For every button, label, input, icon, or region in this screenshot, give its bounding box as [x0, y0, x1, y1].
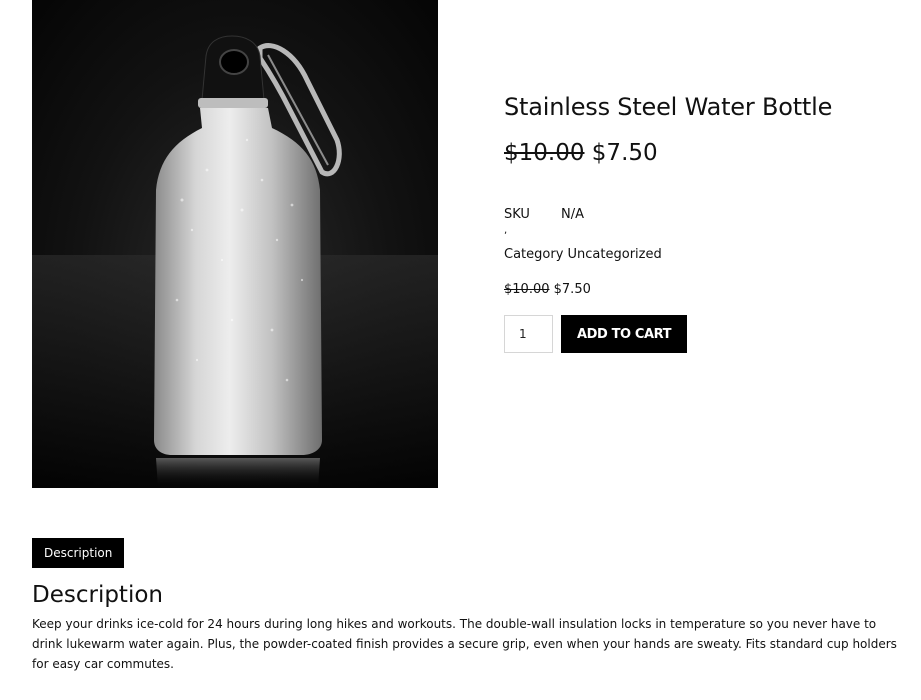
product-summary: Stainless Steel Water Bottle $10.00 $7.5… [504, 90, 904, 353]
tab-description[interactable]: Description [32, 538, 125, 568]
description-heading: Description [32, 582, 163, 608]
add-to-cart-form: ADD TO CART [504, 315, 904, 353]
description-text: Keep your drinks ice-cold for 24 hours d… [32, 617, 897, 671]
product-image[interactable] [32, 0, 438, 488]
product-title: Stainless Steel Water Bottle [504, 93, 833, 121]
category-link[interactable]: Uncategorized [568, 246, 662, 264]
sale-price-secondary: $7.50 [553, 282, 591, 297]
sku-value: N/A [561, 207, 584, 222]
regular-price: $10.00 [504, 140, 585, 166]
add-to-cart-button[interactable]: ADD TO CART [561, 315, 688, 353]
product-meta: SKU N/A , Category Uncategorized [504, 206, 904, 264]
quantity-input[interactable] [504, 315, 553, 353]
product-price: $10.00 $7.50 [504, 138, 904, 168]
water-bottle-illustration [32, 35, 438, 488]
product-tabs: Description [32, 538, 125, 568]
sku-label: SKU [504, 207, 530, 222]
meta-separator: , [504, 225, 508, 236]
product-price-secondary: $10.00 $7.50 [504, 282, 904, 297]
category-row: Category Uncategorized [504, 246, 904, 264]
sale-price: $7.50 [591, 140, 658, 166]
regular-price-secondary: $10.00 [504, 282, 550, 297]
category-label: Category [504, 247, 564, 262]
sku-row: SKU N/A [504, 206, 904, 224]
